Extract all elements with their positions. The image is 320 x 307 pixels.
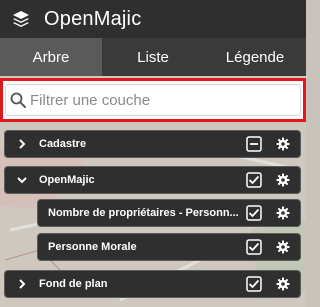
gear-icon[interactable] bbox=[276, 240, 290, 254]
chevron-right-icon[interactable] bbox=[15, 277, 29, 291]
layer-label: Cadastre bbox=[39, 138, 87, 150]
search-box bbox=[5, 84, 301, 116]
checked-checkbox-icon[interactable] bbox=[246, 276, 262, 292]
layer-label: Nombre de propriétaires - Personn... bbox=[48, 207, 239, 219]
tab-arbre[interactable]: Arbre bbox=[0, 38, 102, 76]
layer-label: OpenMajic bbox=[39, 174, 95, 186]
checked-checkbox-icon[interactable] bbox=[246, 239, 262, 255]
checked-checkbox-icon[interactable] bbox=[246, 172, 262, 188]
layers-icon bbox=[12, 10, 30, 28]
gear-icon[interactable] bbox=[276, 137, 290, 151]
tab-bar: Arbre Liste Légende bbox=[0, 38, 306, 76]
tab-legende[interactable]: Légende bbox=[204, 38, 306, 76]
layer-row-cadastre[interactable]: Cadastre bbox=[4, 130, 301, 158]
search-input[interactable] bbox=[30, 91, 300, 109]
indeterminate-checkbox-icon[interactable] bbox=[246, 136, 262, 152]
layer-row-fond-de-plan[interactable]: Fond de plan bbox=[4, 270, 301, 298]
search-icon bbox=[10, 92, 26, 108]
chevron-down-icon[interactable] bbox=[15, 173, 29, 187]
layer-row-openmajic[interactable]: OpenMajic bbox=[4, 166, 301, 194]
checked-checkbox-icon[interactable] bbox=[246, 205, 262, 221]
chevron-right-icon[interactable] bbox=[15, 137, 29, 151]
layer-panel: OpenMajic Arbre Liste Légende Cadastre bbox=[0, 0, 306, 307]
layer-row-personne-morale[interactable]: Personne Morale bbox=[37, 233, 301, 261]
gear-icon[interactable] bbox=[276, 173, 290, 187]
layer-label: Personne Morale bbox=[48, 241, 137, 253]
layer-row-nombre-proprietaires[interactable]: Nombre de propriétaires - Personn... bbox=[37, 199, 301, 227]
gear-icon[interactable] bbox=[276, 206, 290, 220]
gear-icon[interactable] bbox=[276, 277, 290, 291]
layer-label: Fond de plan bbox=[39, 278, 108, 290]
app-header: OpenMajic bbox=[0, 0, 306, 38]
app-title: OpenMajic bbox=[44, 7, 142, 30]
search-container bbox=[0, 78, 306, 122]
tab-liste[interactable]: Liste bbox=[102, 38, 204, 76]
